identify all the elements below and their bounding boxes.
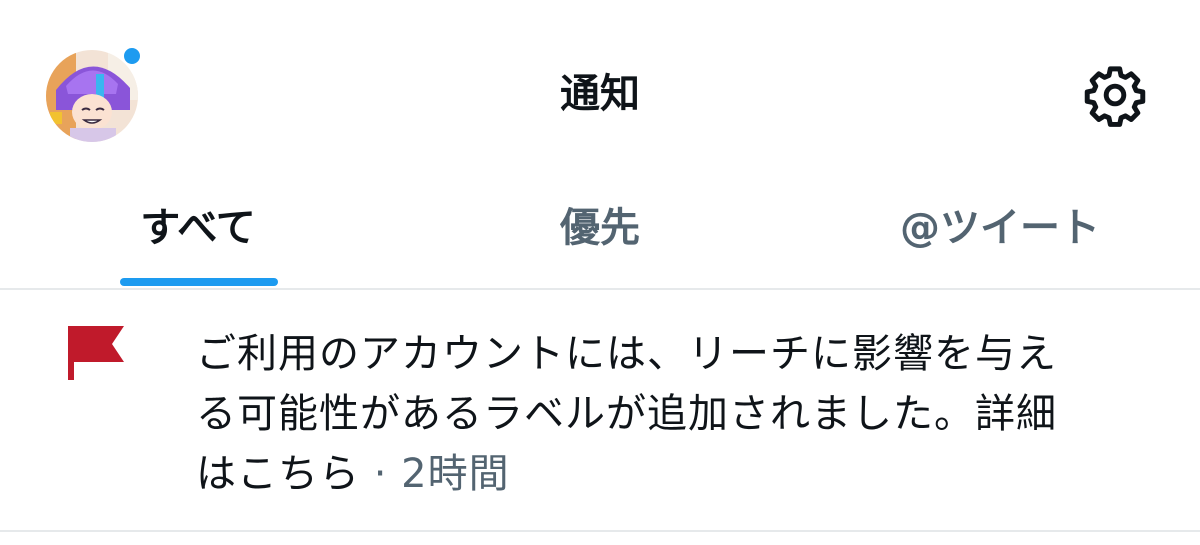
- notification-line-1: ご利用のアカウントには、リーチに影響を与え: [196, 331, 1057, 377]
- page-title: 通知: [560, 71, 640, 117]
- tab-bar: すべて 優先 @ツイート: [0, 180, 1200, 290]
- unread-dot: [122, 46, 142, 66]
- notification-text: ご利用のアカウントには、リーチに影響を与え る可能性があるラベルが追加されました…: [196, 324, 1156, 504]
- tab-all[interactable]: すべて: [100, 180, 296, 290]
- tab-all-label: すべて: [140, 205, 256, 251]
- notification-item[interactable]: ご利用のアカウントには、リーチに影響を与え る可能性があるラベルが追加されました…: [0, 290, 1200, 530]
- details-link[interactable]: はこちら: [196, 451, 360, 497]
- flag-icon: [68, 326, 124, 380]
- settings-button[interactable]: [1082, 62, 1148, 128]
- meta-separator: ·: [360, 451, 402, 497]
- notifications-screen: 通知 すべて 優先 @ツイート ご利用のアカウントには、リーチに影響を与え る可…: [0, 0, 1200, 545]
- header: 通知: [0, 0, 1200, 180]
- tab-mentions-label: @ツイート: [900, 205, 1100, 251]
- tab-priority-label: 優先: [560, 205, 640, 251]
- tab-mentions[interactable]: @ツイート: [860, 180, 1140, 290]
- list-divider: [0, 530, 1200, 532]
- notification-line-2: る可能性があるラベルが追加されました。詳細: [196, 391, 1057, 437]
- notification-time: 2時間: [401, 451, 510, 497]
- tab-priority[interactable]: 優先: [500, 180, 700, 290]
- notification-line-3: はこちら · 2時間: [196, 444, 1156, 504]
- tab-active-indicator: [120, 278, 278, 286]
- gear-icon: [1084, 66, 1146, 127]
